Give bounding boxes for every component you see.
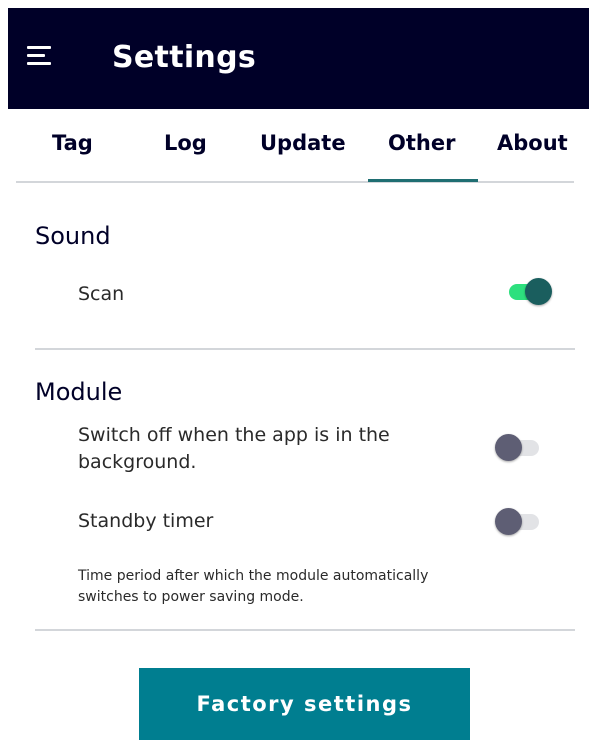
active-tab-indicator <box>368 179 478 182</box>
standby-note-line1: Time period after which the module autom… <box>78 568 429 584</box>
toggle-knob <box>495 508 522 535</box>
standby-note-line2: switches to power saving mode. <box>78 589 304 605</box>
menu-icon-line <box>27 46 51 49</box>
factory-settings-button[interactable]: Factory settings <box>139 668 470 740</box>
menu-icon-line <box>27 54 45 57</box>
toggle-knob <box>495 434 522 461</box>
switch-off-label-line2: background. <box>78 451 197 473</box>
section-title-sound: Sound <box>35 222 111 250</box>
section-title-module: Module <box>35 378 123 406</box>
page-title: Settings <box>112 40 257 75</box>
menu-icon-line <box>27 62 51 65</box>
tab-other[interactable]: Other <box>388 131 455 155</box>
app-header <box>8 8 589 109</box>
tab-log[interactable]: Log <box>164 131 207 155</box>
tab-bar: Tag Log Update Other About <box>16 109 574 183</box>
section-divider <box>35 629 575 631</box>
tab-about[interactable]: About <box>497 131 568 155</box>
standby-timer-toggle[interactable] <box>495 507 545 537</box>
switch-off-background-toggle[interactable] <box>495 433 545 463</box>
status-bar-area <box>0 0 589 8</box>
scan-sound-toggle[interactable] <box>503 277 553 307</box>
standby-timer-label: Standby timer <box>78 510 214 532</box>
section-divider <box>35 348 575 350</box>
tab-update[interactable]: Update <box>260 131 346 155</box>
switch-off-label-line1: Switch off when the app is in the <box>78 424 390 446</box>
scan-sound-label: Scan <box>78 283 125 305</box>
tab-tag[interactable]: Tag <box>52 131 93 155</box>
toggle-knob <box>525 278 552 305</box>
hamburger-menu-icon[interactable] <box>27 46 51 66</box>
